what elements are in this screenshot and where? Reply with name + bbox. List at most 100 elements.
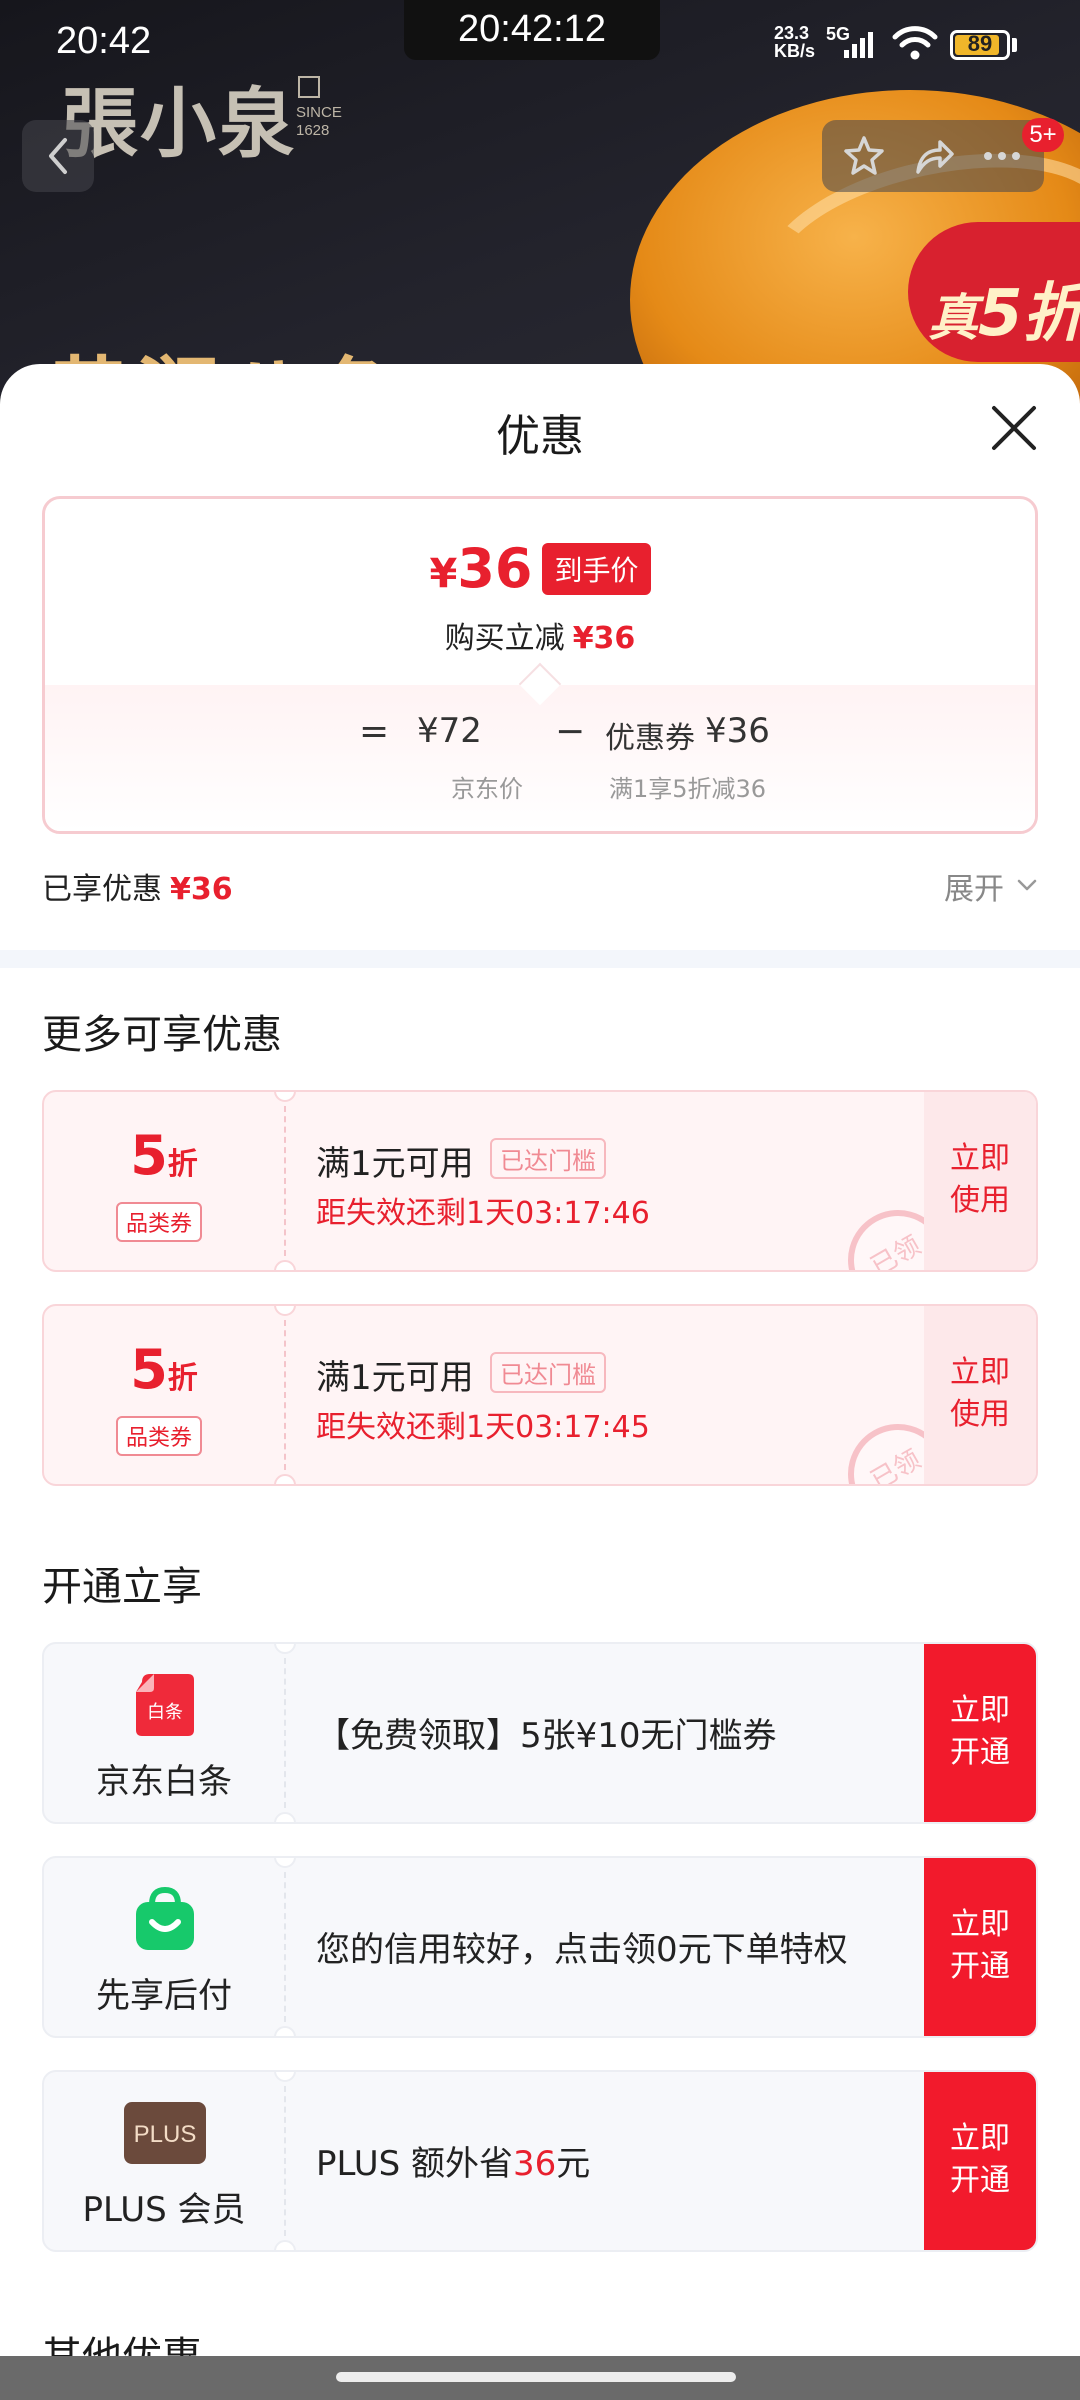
threshold-reached-tag: 已达门槛 (490, 1138, 606, 1179)
reduce-row: 购买立减 ¥36 (45, 613, 1035, 657)
more-discounts-title: 更多可享优惠 (42, 1012, 282, 1058)
discount-badge-value: 5折 (978, 277, 1080, 351)
service-perforation (274, 2072, 296, 2082)
coupon-label: 优惠券 (605, 721, 695, 756)
jd-price-label: 京东价 (451, 775, 523, 803)
service-perforation (274, 1858, 296, 1868)
message-badge: 5+ (1022, 118, 1064, 152)
service-desc: PLUS 额外省36元 (316, 2136, 590, 2185)
final-price-value: 36 (457, 537, 533, 600)
close-icon[interactable] (988, 402, 1040, 454)
threshold-reached-tag: 已达门槛 (490, 1352, 606, 1393)
svg-text:PLUS: PLUS (134, 2121, 197, 2148)
service-card-plus[interactable]: PLUS PLUS 会员 PLUS 额外省36元 立即 开通 (42, 2070, 1038, 2252)
discount-badge-prefix: 真 (928, 289, 978, 347)
coupon-kind: 品类券 (116, 1202, 203, 1242)
plus-icon: PLUS (124, 2102, 206, 2164)
back-button[interactable] (22, 120, 94, 192)
service-separator (284, 2086, 286, 2236)
service-card-baitiao[interactable]: 白条 京东白条 【免费领取】5张¥10无门槛券 立即 开通 (42, 1642, 1038, 1824)
final-price-row: ¥36 到手价 (45, 537, 1035, 600)
expand-button[interactable]: 展开 (944, 864, 1004, 908)
coupon-separator (284, 1320, 286, 1470)
svg-text:白条: 白条 (147, 1702, 183, 1723)
coupon-kind: 品类券 (116, 1416, 203, 1456)
chevron-down-icon[interactable] (1016, 874, 1038, 896)
currency-symbol: ¥ (429, 551, 458, 597)
service-name: 先享后付 (96, 1976, 232, 2016)
coupon-condition: 满1元可用 (316, 1358, 474, 1398)
status-clock: 20:42:12 (404, 0, 660, 60)
coupon-separator (284, 1106, 286, 1256)
sheet-title: 优惠 (496, 411, 584, 462)
service-perforation (274, 2026, 296, 2036)
battery-level: 89 (967, 31, 993, 56)
service-perforation (274, 1812, 296, 1822)
coupon-card[interactable]: 5折 品类券 满1元可用 已达门槛 距失效还剩1天03:17:45 已领 立即 … (42, 1304, 1038, 1486)
price-summary-card: ¥36 到手价 购买立减 ¥36 = ¥72 − 优惠券 ¥36 京东价 满1享5折… (42, 496, 1038, 834)
coupon-discount-value: 5 (130, 1124, 168, 1187)
enjoyed-discount: 已享优惠 ¥36 (42, 864, 233, 908)
coupon-expire-countdown: 距失效还剩1天03:17:45 (316, 1410, 650, 1445)
final-price-tag: 到手价 (542, 542, 651, 595)
use-now-button[interactable]: 立即 使用 (924, 1306, 1036, 1484)
service-name: 京东白条 (96, 1762, 232, 1802)
signal-icon (844, 32, 873, 58)
enjoyed-amount: ¥36 (170, 872, 233, 907)
discount-sheet: 优惠 ¥36 到手价 购买立减 ¥36 = ¥72 − 优惠券 ¥36 京东价 满1… (0, 364, 1080, 2400)
wifi-icon (892, 26, 938, 60)
share-icon[interactable] (912, 134, 956, 178)
service-perforation (274, 1644, 296, 1654)
open-now-button[interactable]: 立即 开通 (924, 1858, 1036, 2036)
star-icon[interactable] (842, 134, 886, 178)
open-services-title: 开通立享 (42, 1564, 202, 1610)
coupon-discount-unit: 折 (167, 1361, 198, 1396)
coupon-discount: 5折 (44, 1338, 284, 1401)
service-desc-prefix: PLUS 额外省 (316, 2144, 514, 2184)
minus-sign: − (555, 711, 586, 752)
coupon-perforation (274, 1474, 296, 1484)
status-time: 20:42 (56, 20, 152, 62)
service-separator (284, 1872, 286, 2022)
network-speed: 23.3 KB/s (774, 23, 816, 61)
battery-icon: 89 (950, 30, 1010, 60)
use-now-button[interactable]: 立即 使用 (924, 1092, 1036, 1270)
section-divider (0, 950, 1080, 968)
final-price: ¥36 (429, 537, 532, 600)
price-calculation: = ¥72 − 优惠券 ¥36 (45, 711, 1035, 757)
brand-seal-icon (298, 76, 320, 98)
brand-since: SINCE 1628 (296, 104, 342, 139)
shopping-bag-icon (136, 1886, 194, 1950)
jd-baitiao-icon: 白条 (136, 1674, 194, 1736)
price-breakdown-area (45, 685, 1035, 831)
nav-actions (822, 120, 1044, 192)
service-desc: 您的信用较好，点击领0元下单特权 (316, 1930, 848, 1970)
service-card-pay-later[interactable]: 先享后付 您的信用较好，点击领0元下单特权 立即 开通 (42, 1856, 1038, 2038)
home-indicator[interactable] (336, 2372, 736, 2382)
jd-price: ¥72 (417, 711, 482, 751)
coupon-discount-value: 5 (130, 1338, 168, 1401)
equals-sign: = (359, 711, 390, 752)
enjoyed-label: 已享优惠 (42, 872, 162, 907)
service-desc-highlight: 36 (513, 2144, 557, 2184)
coupon-discount-unit: 折 (167, 1147, 198, 1182)
more-icon[interactable] (980, 134, 1024, 178)
service-perforation (274, 2240, 296, 2250)
reduce-amount: ¥36 (572, 621, 636, 656)
discount-badge: 真5折 (908, 222, 1080, 362)
coupon-perforation (274, 1260, 296, 1270)
open-now-button[interactable]: 立即 开通 (924, 2072, 1036, 2250)
service-separator (284, 1658, 286, 1808)
service-name: PLUS 会员 (82, 2190, 246, 2230)
coupon-condition: 满1元可用 (316, 1144, 474, 1184)
reduce-label: 购买立减 (444, 621, 565, 656)
open-now-button[interactable]: 立即 开通 (924, 1644, 1036, 1822)
coupon-card[interactable]: 5折 品类券 满1元可用 已达门槛 距失效还剩1天03:17:46 已领 立即 … (42, 1090, 1038, 1272)
product-hero-image: 張小泉 SINCE 1628 黄润八色 真5折 (0, 0, 1080, 420)
coupon-discount: 5折 (44, 1124, 284, 1187)
coupon-perforation (274, 1092, 296, 1102)
battery-tip (1012, 38, 1017, 52)
coupon-amount: ¥36 (705, 711, 770, 751)
service-desc-suffix: 元 (556, 2144, 591, 2184)
coupon-perforation (274, 1306, 296, 1316)
